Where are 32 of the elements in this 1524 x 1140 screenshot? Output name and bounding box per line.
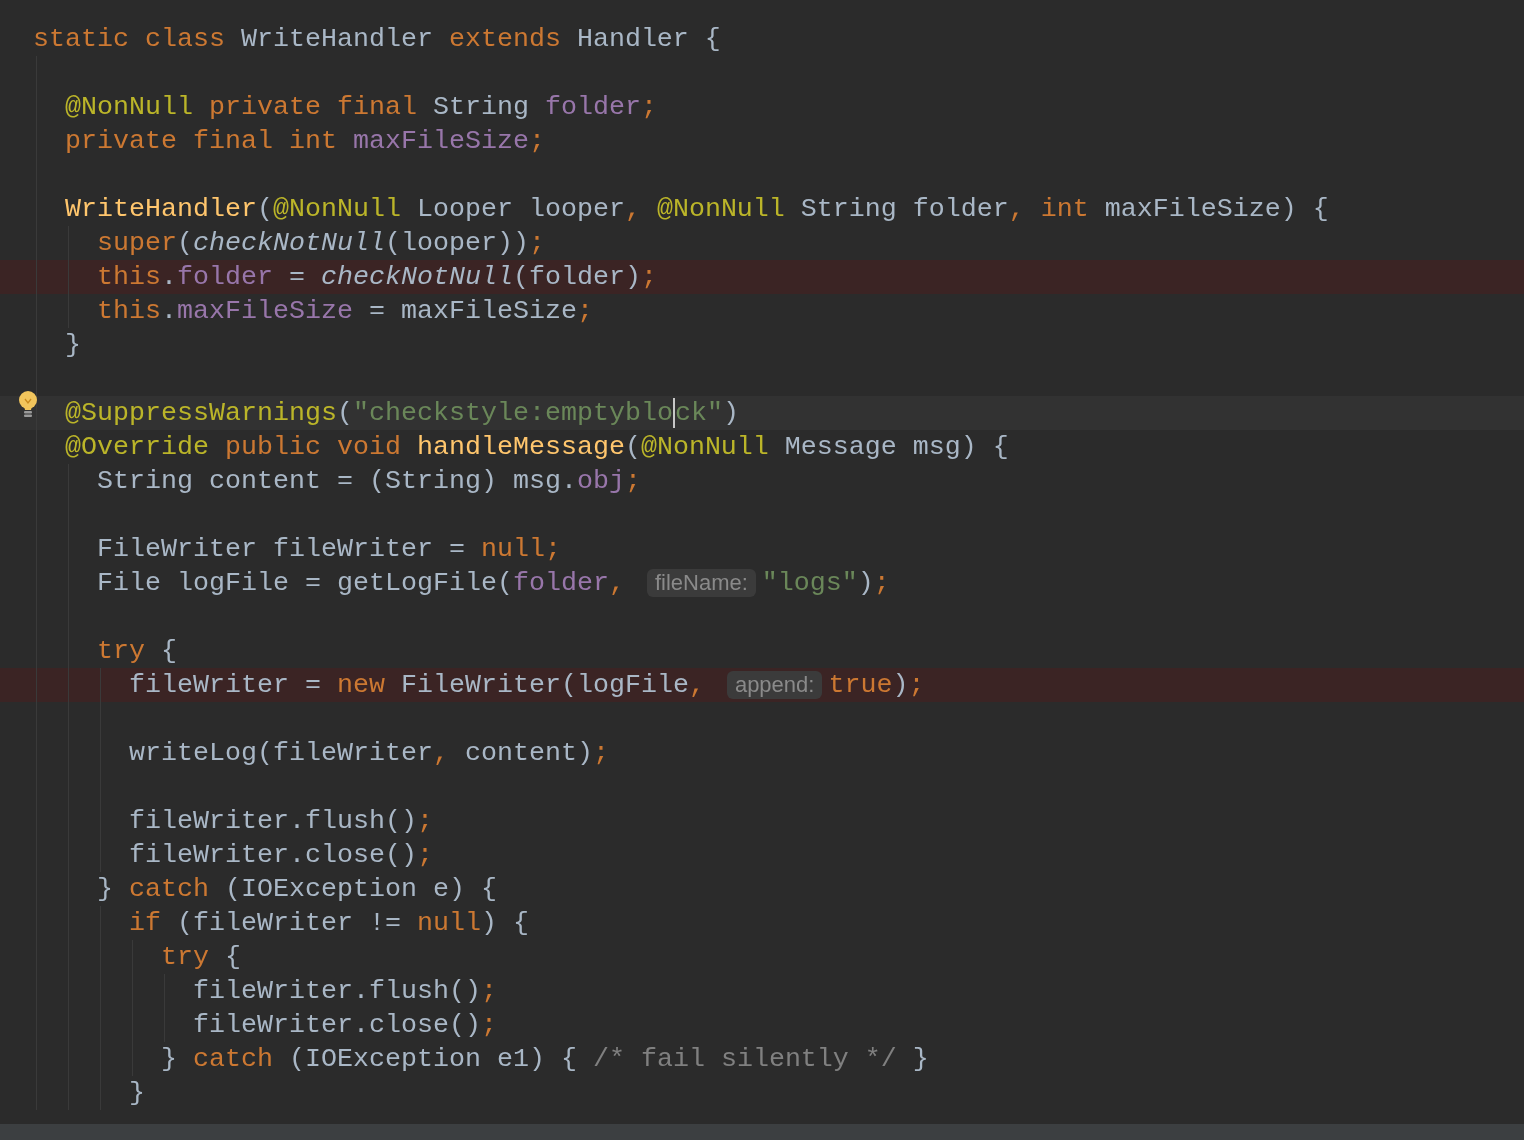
code-text: @Override public void handleMessage(@NonNull Message msg) { bbox=[65, 431, 1009, 464]
code-text: @NonNull private final String folder; bbox=[65, 91, 657, 124]
code-text: true); bbox=[828, 669, 925, 702]
code-text: if (fileWriter != null) { bbox=[129, 907, 529, 940]
code-text: "logs"); bbox=[761, 567, 890, 600]
code-text: File logFile = getLogFile(folder, bbox=[97, 567, 626, 600]
code-text: @SuppressWarnings("checkstyle:emptyblo bbox=[65, 397, 673, 430]
code-text: writeLog(fileWriter, content); bbox=[129, 737, 609, 770]
code-text: } catch (IOException e1) { /* fail silently */ } bbox=[161, 1043, 929, 1076]
code-text: private final int maxFileSize; bbox=[65, 125, 545, 158]
code-text: String content = (String) msg.obj; bbox=[97, 465, 641, 498]
code-text: static class WriteHandler extends Handler { bbox=[33, 23, 721, 56]
code-text: try { bbox=[161, 941, 241, 974]
code-text: fileWriter.flush(); bbox=[193, 975, 497, 1008]
code-text: } bbox=[129, 1077, 145, 1110]
code-text: fileWriter.flush(); bbox=[129, 805, 433, 838]
code-text: this.folder = checkNotNull(folder); bbox=[97, 261, 657, 294]
code-text: FileWriter fileWriter = null; bbox=[97, 533, 561, 566]
code-text: WriteHandler(@NonNull Looper looper, @NonNull String folder, int maxFileSize) { bbox=[65, 193, 1329, 226]
parameter-hint: fileName: bbox=[646, 569, 756, 597]
parameter-hint: append: bbox=[726, 671, 823, 699]
code-text: fileWriter = new FileWriter(logFile, bbox=[129, 669, 706, 702]
code-text: ck") bbox=[674, 397, 739, 430]
code-text: super(checkNotNull(looper)); bbox=[97, 227, 545, 260]
text-cursor bbox=[672, 398, 675, 428]
code-text: this.maxFileSize = maxFileSize; bbox=[97, 295, 593, 328]
code-text: } catch (IOException e) { bbox=[97, 873, 497, 906]
code-text: fileWriter.close(); bbox=[129, 839, 433, 872]
code-text: fileWriter.close(); bbox=[193, 1009, 497, 1042]
lightbulb-icon[interactable] bbox=[17, 390, 39, 420]
code-text: try { bbox=[97, 635, 177, 668]
code-text: } bbox=[65, 329, 81, 362]
